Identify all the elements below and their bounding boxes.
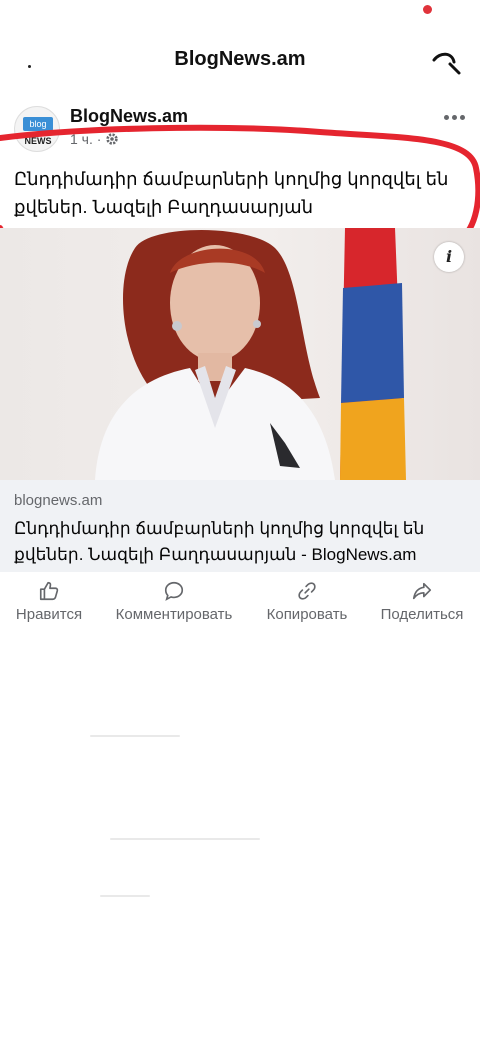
avatar-chip: blog — [23, 117, 53, 131]
comment-icon — [164, 581, 184, 601]
page-title: BlogNews.am — [174, 48, 306, 70]
post-header: blog NEWS BlogNews.am 1 ч. · — [0, 100, 480, 154]
comment-button[interactable]: Комментировать — [108, 580, 240, 624]
more-dot — [460, 114, 465, 120]
post-photo[interactable]: i — [0, 228, 480, 480]
link-title: Ընդդիմադիր ճամբարների կողմից կորզվել են … — [14, 519, 425, 564]
info-icon: i — [445, 247, 453, 266]
link-preview-card[interactable]: blognews.am Ընդդիմադիր ճամբարների կողմից… — [0, 480, 480, 572]
divider-line — [100, 895, 150, 897]
copy-label: Копировать — [266, 606, 348, 623]
more-options-button[interactable] — [444, 112, 470, 122]
copy-link-button[interactable]: Копировать — [262, 580, 352, 624]
link-icon — [298, 582, 316, 600]
photo-illustration — [95, 228, 406, 480]
share-label: Поделиться — [380, 606, 464, 623]
thumbs-up-icon — [39, 581, 59, 601]
link-domain: blognews.am — [14, 492, 103, 509]
top-bar: BlogNews.am — [0, 30, 480, 88]
info-button[interactable]: i — [434, 242, 464, 272]
divider-line — [90, 735, 180, 737]
avatar[interactable]: blog NEWS — [14, 106, 60, 152]
avatar-word: NEWS — [24, 136, 52, 146]
share-button[interactable]: Поделиться — [376, 580, 468, 624]
page-name-link[interactable]: BlogNews.am — [70, 106, 188, 127]
more-dot — [452, 114, 457, 120]
post-time[interactable]: 1 ч. · — [70, 131, 101, 147]
like-label: Нравится — [15, 606, 83, 623]
divider-line — [110, 838, 260, 840]
post-meta: 1 ч. · — [70, 131, 119, 147]
more-dots-icon — [444, 114, 449, 120]
search-icon — [432, 52, 461, 75]
like-button[interactable]: Нравится — [14, 580, 84, 624]
post-text: Ընդդիմադիր ճամբարների կողմից կորզվել են … — [14, 169, 449, 217]
notification-dot — [423, 5, 432, 14]
post-actions-bar: Нравится Комментировать Копировать Подел… — [0, 572, 480, 628]
comment-label: Комментировать — [115, 606, 233, 623]
search-button[interactable] — [430, 46, 462, 78]
gear-icon — [106, 133, 119, 145]
share-icon — [412, 582, 432, 600]
